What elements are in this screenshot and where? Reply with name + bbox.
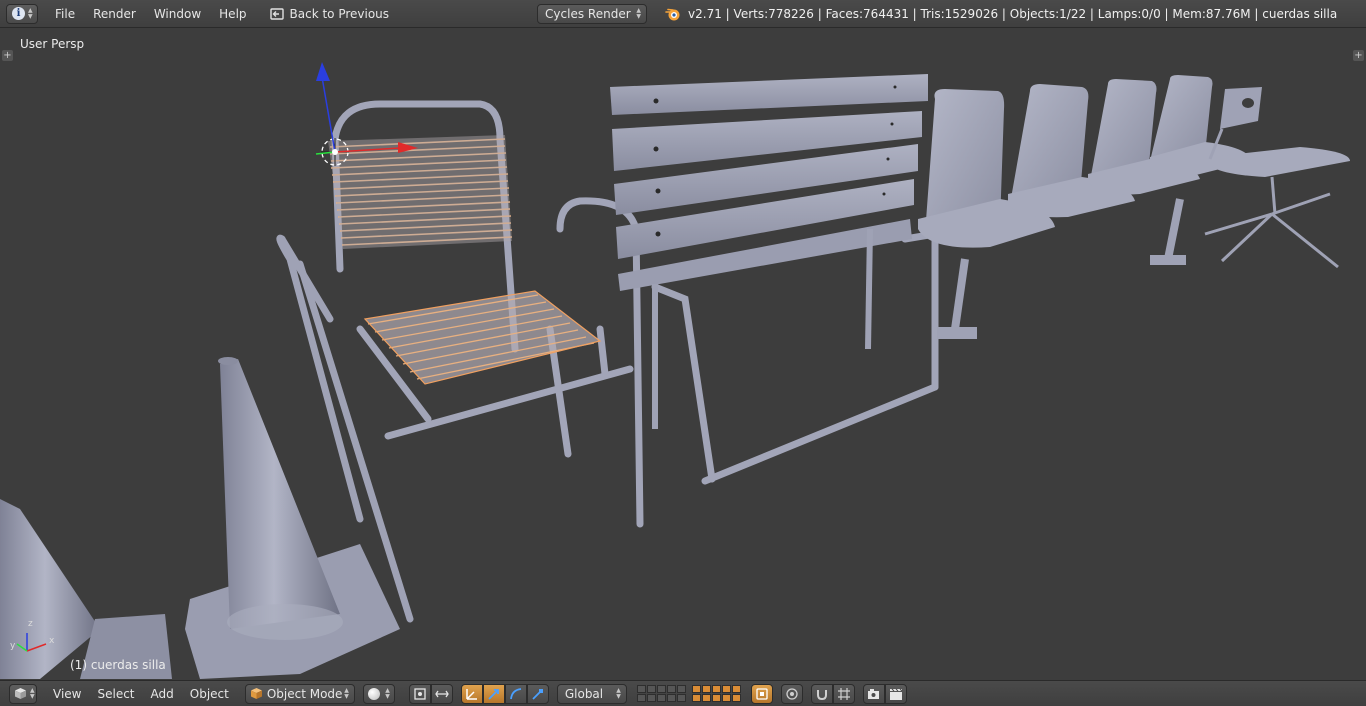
updown-arrows-icon: ▲ ▼ xyxy=(385,686,390,700)
interaction-mode-select[interactable]: Object Mode ▲ ▼ xyxy=(244,683,355,704)
layer-7[interactable] xyxy=(701,685,711,693)
scene-layers-group-2[interactable] xyxy=(691,685,741,702)
back-to-previous-label: Back to Previous xyxy=(289,6,390,21)
3d-view-cube-icon xyxy=(15,688,26,699)
layer-10[interactable] xyxy=(731,685,741,693)
menu-help[interactable]: Help xyxy=(210,4,255,24)
traffic-cone[interactable] xyxy=(185,357,400,679)
manipulator-toggle-button[interactable] xyxy=(460,683,483,704)
layer-6[interactable] xyxy=(691,685,701,693)
waiting-room-seats[interactable] xyxy=(918,75,1252,339)
layer-19[interactable] xyxy=(721,694,731,702)
layer-4[interactable] xyxy=(666,685,676,693)
menu-select[interactable]: Select xyxy=(89,687,142,701)
swivel-chair[interactable] xyxy=(1204,87,1350,269)
layer-8[interactable] xyxy=(711,685,721,693)
render-opengl-animation-button[interactable] xyxy=(884,683,907,704)
camera-icon xyxy=(867,688,879,699)
park-bench[interactable] xyxy=(610,74,928,429)
info-icon: i xyxy=(12,7,25,20)
layer-15[interactable] xyxy=(676,694,686,702)
scale-manipulator-button[interactable] xyxy=(526,683,549,704)
info-header: i ▲ ▼ File Render Window Help Back to Pre… xyxy=(0,0,1366,28)
layer-1[interactable] xyxy=(636,685,646,693)
transform-orientation-select[interactable]: Global ▲ ▼ xyxy=(556,683,627,704)
manipulator-icon xyxy=(466,688,477,700)
updown-arrows-icon: ▲ ▼ xyxy=(616,686,621,700)
axis-x-label: x xyxy=(49,636,55,646)
traffic-cone-large[interactable] xyxy=(0,499,172,679)
properties-expand-icon[interactable]: + xyxy=(1353,50,1364,61)
updown-arrows-icon: ▲ ▼ xyxy=(344,686,349,700)
snap-element-button[interactable] xyxy=(832,683,855,704)
layer-17[interactable] xyxy=(701,694,711,702)
rope-chair-selected[interactable] xyxy=(328,100,634,458)
pivot-options-icon xyxy=(435,690,449,697)
snap-toggle-button[interactable] xyxy=(810,683,833,704)
menu-window[interactable]: Window xyxy=(145,4,210,24)
translate-manipulator-button[interactable] xyxy=(482,683,505,704)
render-opengl-still-button[interactable] xyxy=(862,683,885,704)
blender-logo-icon xyxy=(665,8,680,20)
scene-statistics: v2.71 | Verts:778226 | Faces:764431 | Tr… xyxy=(688,6,1338,21)
transform-orientation-value: Global xyxy=(564,686,604,701)
layer-14[interactable] xyxy=(666,694,676,702)
menu-add[interactable]: Add xyxy=(143,687,182,701)
layer-13[interactable] xyxy=(656,694,666,702)
layer-20[interactable] xyxy=(731,694,741,702)
3d-viewport[interactable]: + + User Persp z x y (1) cuerdas silla xyxy=(0,29,1366,679)
updown-arrows-icon: ▲ ▼ xyxy=(30,686,35,700)
interaction-mode-value: Object Mode xyxy=(266,686,343,701)
rotate-arc-icon xyxy=(509,687,521,699)
layer-5[interactable] xyxy=(676,685,686,693)
menu-render[interactable]: Render xyxy=(84,4,145,24)
layer-11[interactable] xyxy=(636,694,646,702)
rotate-manipulator-button[interactable] xyxy=(504,683,527,704)
scene-canvas[interactable] xyxy=(0,29,1366,679)
lock-camera-layers-button[interactable] xyxy=(750,683,773,704)
magnet-icon xyxy=(816,689,827,700)
menu-file[interactable]: File xyxy=(46,4,84,24)
translate-arrow-icon xyxy=(488,688,499,700)
updown-arrows-icon: ▲ ▼ xyxy=(636,6,642,20)
object-mode-icon xyxy=(250,688,262,699)
proportional-edit-icon xyxy=(786,687,798,700)
back-to-previous-button[interactable]: Back to Previous xyxy=(262,4,398,24)
axis-z-label: z xyxy=(28,619,33,629)
layer-16[interactable] xyxy=(691,694,701,702)
screen-back-icon xyxy=(269,7,284,20)
scene-layers-group-1[interactable] xyxy=(636,685,686,702)
toolshelf-expand-icon[interactable]: + xyxy=(2,50,13,61)
viewport-shading-select[interactable]: ▲ ▼ xyxy=(362,683,395,704)
axis-y-label: y xyxy=(10,641,16,651)
render-engine-select[interactable]: Cycles Render ▲ ▼ xyxy=(537,3,648,24)
layer-12[interactable] xyxy=(646,694,656,702)
pivot-point-icon xyxy=(414,687,426,700)
updown-arrows-icon: ▲ ▼ xyxy=(28,6,33,20)
layer-9[interactable] xyxy=(721,685,731,693)
layer-lock-icon xyxy=(756,687,768,700)
snap-increment-icon xyxy=(837,687,850,700)
menu-view[interactable]: View xyxy=(45,687,89,701)
armchair-frame[interactable] xyxy=(556,197,939,528)
scale-handle-icon xyxy=(532,688,543,700)
layer-2[interactable] xyxy=(646,685,656,693)
render-engine-value: Cycles Render xyxy=(545,6,631,21)
menu-object[interactable]: Object xyxy=(182,687,237,701)
editor-type-button[interactable]: i ▲ ▼ xyxy=(6,3,38,24)
active-object-label: (1) cuerdas silla xyxy=(70,658,166,672)
clapperboard-icon xyxy=(889,688,903,700)
pivot-point-button[interactable] xyxy=(408,683,431,704)
3d-view-header: ▲ ▼ View Select Add Object Object Mode ▲ ▼… xyxy=(0,680,1366,706)
view-perspective-label: User Persp xyxy=(20,37,85,51)
proportional-editing-button[interactable] xyxy=(780,683,803,704)
pivot-options-button[interactable] xyxy=(430,683,453,704)
layer-3[interactable] xyxy=(656,685,666,693)
editor-type-button[interactable]: ▲ ▼ xyxy=(9,683,37,704)
layer-18[interactable] xyxy=(711,694,721,702)
solid-shading-icon xyxy=(367,687,380,700)
